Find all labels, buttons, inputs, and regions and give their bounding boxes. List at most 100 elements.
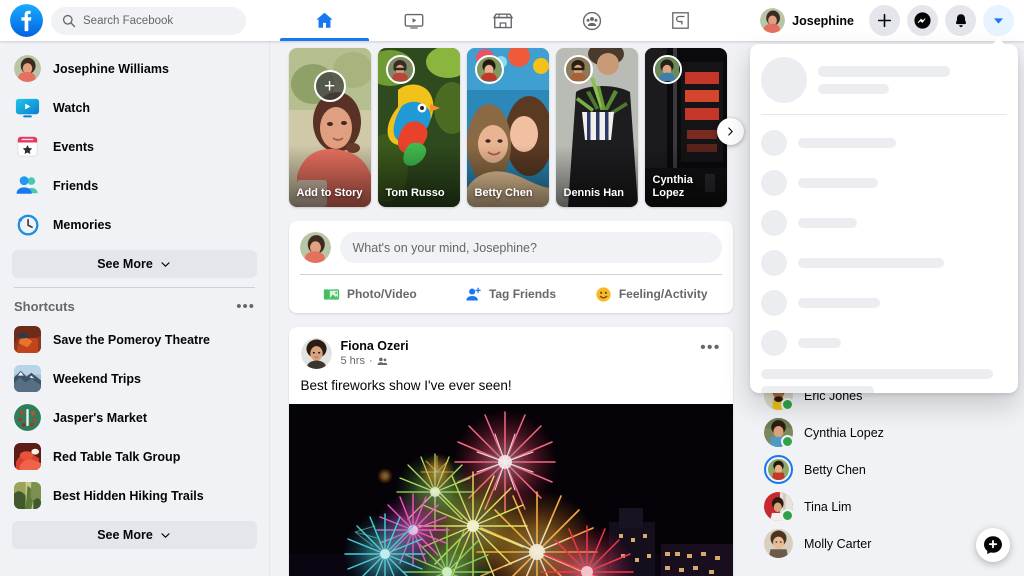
search-input[interactable]: Search Facebook [51, 6, 246, 35]
chevron-down-icon [161, 261, 170, 267]
dropdown-item-skeleton[interactable] [761, 283, 1007, 323]
composer-input[interactable]: What's on your mind, Josephine? [339, 232, 722, 263]
contact-avatar-wrapper-with-story-ring [764, 455, 793, 484]
sidebar-item-events[interactable]: Events [8, 127, 261, 166]
skeleton-icon [761, 250, 787, 276]
friends-audience-icon [377, 357, 387, 365]
contact-avatar-wrapper [764, 492, 794, 522]
dropdown-item-skeleton[interactable] [761, 323, 1007, 363]
shortcuts-title: Shortcuts [14, 298, 75, 314]
skeleton-line [798, 218, 857, 228]
contact-avatar-wrapper [764, 529, 793, 558]
sidebar-item-friends[interactable]: Friends [8, 166, 261, 205]
sidebar-item-watch[interactable]: Watch [8, 88, 261, 127]
post-author-name[interactable]: Fiona Ozeri [341, 338, 692, 354]
contact-name: Betty Chen [804, 462, 866, 477]
storefront-icon [492, 13, 513, 28]
bell-icon [955, 13, 966, 27]
dropdown-item-skeleton[interactable] [761, 123, 1007, 163]
dropdown-item-skeleton[interactable] [761, 203, 1007, 243]
online-indicator [781, 398, 794, 411]
feed-post: Fiona Ozeri 5 hrs · ••• Best fireworks s… [288, 327, 733, 576]
sidebar-item-label: Memories [53, 217, 112, 232]
contact-name: Molly Carter [804, 536, 872, 551]
composer-action-label: Feeling/Activity [618, 287, 708, 301]
shortcut-item[interactable]: Best Hidden Hiking Trails [8, 476, 261, 515]
sidebar-item-label: Friends [53, 178, 99, 193]
photo-video-icon [323, 288, 340, 300]
shortcut-thumbnail [14, 404, 41, 431]
facebook-logo-icon[interactable] [10, 4, 43, 37]
photo-video-button[interactable]: Photo/Video [300, 275, 441, 313]
video-icon [404, 13, 423, 29]
ellipsis-icon[interactable]: ••• [236, 299, 255, 314]
shortcut-item[interactable]: Red Table Talk Group [8, 437, 261, 476]
messenger-button[interactable] [907, 5, 938, 36]
shortcut-item[interactable]: Save the Pomeroy Theatre [8, 320, 261, 359]
sidebar-divider [14, 287, 255, 288]
new-message-fab[interactable] [976, 528, 1010, 562]
dropdown-item-skeleton[interactable] [761, 243, 1007, 283]
account-name-chip[interactable]: Josephine [757, 6, 862, 35]
skeleton-icon [761, 290, 787, 316]
account-name-label: Josephine [792, 13, 854, 28]
chevron-down-icon [994, 18, 1003, 24]
account-dropdown-menu[interactable] [750, 44, 1018, 393]
skeleton-line [818, 66, 950, 77]
contact-row[interactable]: Betty Chen [758, 451, 1016, 488]
sidebar-item-label: Josephine Williams [53, 61, 169, 76]
fireworks-photo [288, 404, 733, 576]
skeleton-line [798, 258, 944, 268]
post-meta-separator: · [368, 355, 373, 368]
story-label: Betty Chen [474, 187, 533, 200]
create-button[interactable] [869, 5, 900, 36]
top-navigation-bar: Search Facebook Josephine [0, 0, 1024, 41]
sidebar-item-memories[interactable]: Memories [8, 205, 261, 244]
story-author-avatar [563, 55, 593, 84]
watch-icon [14, 94, 41, 121]
story-card[interactable]: Betty Chen [466, 48, 549, 207]
story-card[interactable]: Tom Russo [377, 48, 460, 207]
shortcuts-header: Shortcuts ••• [8, 294, 261, 320]
contact-row[interactable]: Tina Lim [758, 488, 1016, 525]
shortcut-label: Jasper's Market [53, 410, 148, 425]
sidebar-item-gaming[interactable] [636, 0, 725, 41]
notifications-button[interactable] [945, 5, 976, 36]
sidebar-item-groups[interactable] [547, 0, 636, 41]
sidebar-item-profile[interactable]: Josephine Williams [8, 49, 261, 88]
post-menu-button[interactable]: ••• [700, 338, 720, 356]
sidebar-item-home[interactable] [280, 0, 369, 41]
story-card[interactable]: Cynthia Lopez [644, 48, 727, 207]
contact-row[interactable]: Cynthia Lopez [758, 414, 1016, 451]
shortcut-item[interactable]: Weekend Trips [8, 359, 261, 398]
stories-next-button[interactable] [716, 118, 744, 145]
sidebar-item-watch[interactable] [369, 0, 458, 41]
avatar[interactable] [300, 338, 332, 369]
dropdown-divider [761, 114, 1007, 115]
shortcut-item[interactable]: Jasper's Market [8, 398, 261, 437]
sidebar-item-marketplace[interactable] [458, 0, 547, 41]
search-placeholder-text: Search Facebook [83, 14, 174, 27]
story-author-avatar [474, 55, 504, 84]
left-sidebar: Josephine Williams Watch Events Friends … [0, 41, 270, 576]
dropdown-footer-skeleton [761, 363, 1007, 393]
sidebar-see-more-button[interactable]: See More [12, 250, 257, 278]
story-card[interactable]: Dennis Han [555, 48, 638, 207]
skeleton-line [798, 298, 880, 308]
feeling-activity-button[interactable]: Feeling/Activity [581, 275, 722, 313]
story-card-add-to-story[interactable]: + Add to Story [288, 48, 371, 207]
post-header: Fiona Ozeri 5 hrs · ••• [289, 327, 733, 377]
events-icon [14, 133, 41, 160]
post-timestamp: 5 hrs [340, 355, 365, 368]
skeleton-icon [761, 170, 787, 196]
sidebar-item-label: Watch [53, 100, 91, 115]
stories-tray: + Add to Story Tom Russo Betty Chen Denn… [288, 48, 744, 207]
add-story-plus-icon[interactable]: + [313, 70, 346, 102]
post-image[interactable] [288, 404, 733, 576]
tag-friends-button[interactable]: Tag Friends [440, 275, 581, 313]
skeleton-avatar [761, 57, 807, 103]
dropdown-item-skeleton[interactable] [761, 163, 1007, 203]
account-dropdown-button[interactable] [983, 5, 1014, 36]
shortcuts-see-more-button[interactable]: See More [12, 521, 257, 549]
new-message-icon [984, 536, 1002, 555]
